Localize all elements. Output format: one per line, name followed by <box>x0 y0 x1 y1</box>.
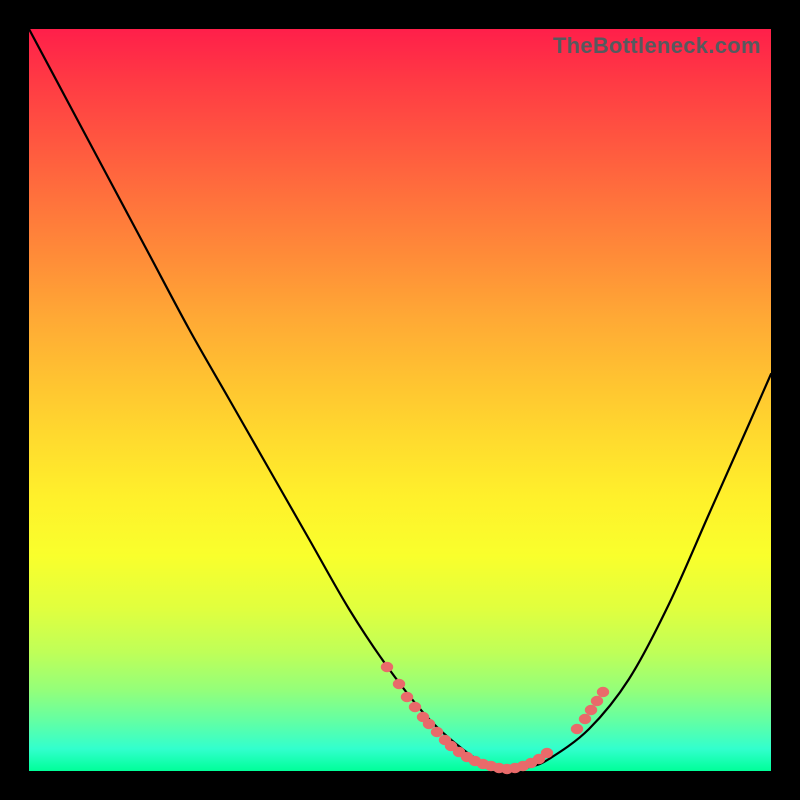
curve-marker <box>579 714 591 724</box>
curve-marker <box>401 692 413 702</box>
curve-svg <box>29 29 771 771</box>
curve-marker <box>585 705 597 715</box>
bottleneck-curve <box>29 29 771 769</box>
plot-area: TheBottleneck.com <box>29 29 771 771</box>
curve-marker <box>431 727 443 737</box>
marker-group <box>381 662 609 774</box>
chart-frame: TheBottleneck.com <box>0 0 800 800</box>
curve-marker <box>381 662 393 672</box>
curve-marker <box>423 719 435 729</box>
curve-marker <box>541 748 553 758</box>
curve-marker <box>393 679 405 689</box>
curve-marker <box>571 724 583 734</box>
curve-marker <box>409 702 421 712</box>
curve-marker <box>597 687 609 697</box>
curve-marker <box>591 696 603 706</box>
